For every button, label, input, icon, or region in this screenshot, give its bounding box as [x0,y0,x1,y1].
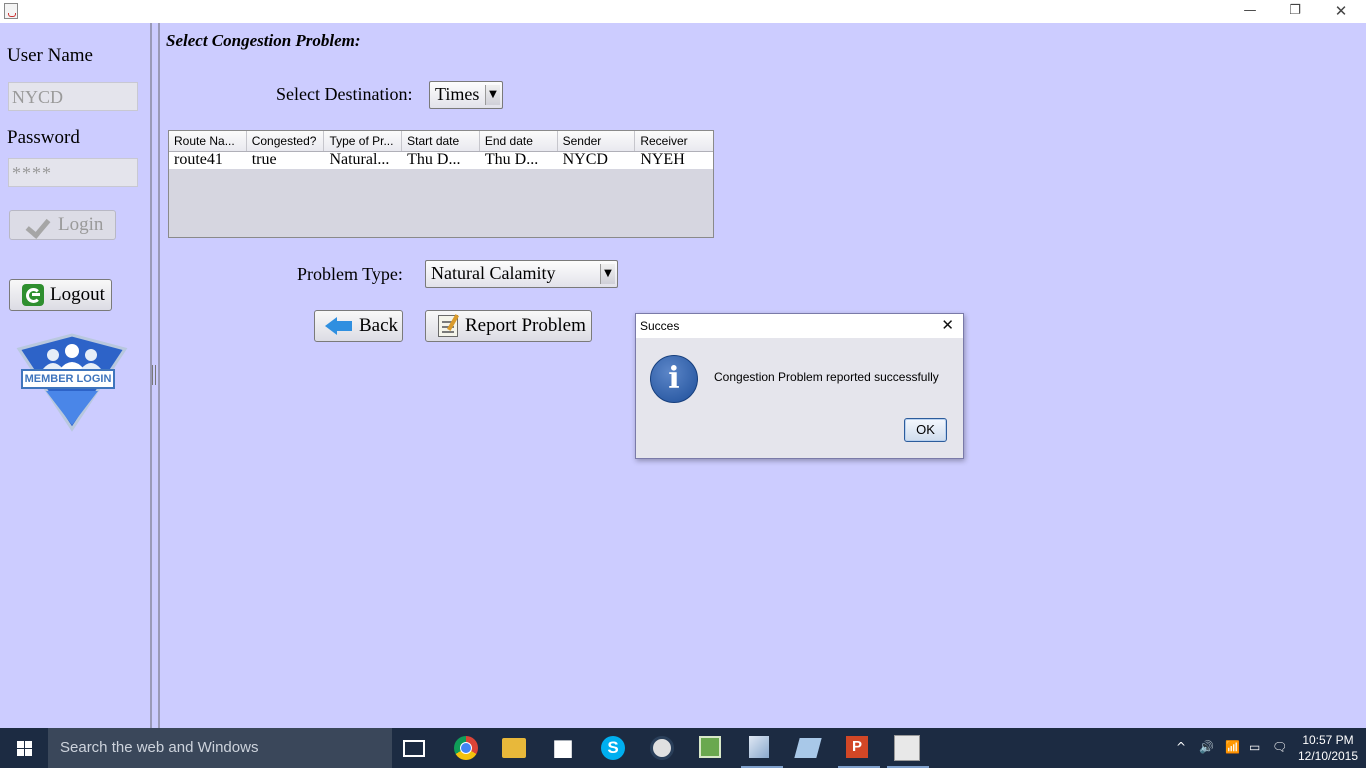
restore-button[interactable]: ❐ [1272,0,1318,23]
clock-date: 12/10/2015 [1297,749,1359,763]
windows-taskbar: Search the web and Windows S P ^ 🔊 📶 ▭ 🗨… [0,728,1366,768]
page-title: Select Congestion Problem: [166,31,361,50]
store-icon[interactable] [554,740,572,758]
chevron-down-icon[interactable]: ▼ [485,85,500,105]
column-header-start-date[interactable]: Start date [402,131,480,151]
volume-icon[interactable]: 🔊 [1199,740,1214,754]
action-center-icon[interactable]: 🗨 [1272,740,1287,754]
login-button[interactable]: Login [9,210,116,240]
problem-type-label: Problem Type: [297,264,403,284]
dialog-title-bar: Succes ✕ [636,314,963,338]
cube-app-icon[interactable] [741,736,783,768]
windows-logo-icon [17,741,32,756]
cell-start-date: Thu D... [407,152,461,168]
destination-label: Select Destination: [276,84,413,104]
minimize-button[interactable]: — [1227,0,1273,23]
destination-value: Times [435,84,480,104]
cell-sender: NYCD [562,152,608,168]
success-dialog: Succes ✕ i Congestion Problem reported s… [635,313,964,459]
network-icon[interactable]: 📶 [1225,740,1240,754]
column-header-problem-type[interactable]: Type of Pr... [324,131,403,151]
splitter-grip-icon[interactable] [152,365,156,385]
clock-time: 10:57 PM [1302,733,1354,747]
user-name-field[interactable]: NYCD [8,82,138,111]
taskbar-search-box[interactable]: Search the web and Windows [48,728,392,768]
back-button-label: Back [359,315,399,336]
java-app-icon [4,3,18,19]
close-window-button[interactable]: ✕ [1318,0,1364,23]
ok-button[interactable]: OK [904,418,947,442]
password-field[interactable]: **** [8,158,138,187]
table-row[interactable]: route41 true Natural... Thu D... Thu D..… [169,152,713,169]
password-label: Password [7,127,80,148]
column-header-congested[interactable]: Congested? [247,131,325,151]
column-header-sender[interactable]: Sender [558,131,636,151]
cell-end-date: Thu D... [484,152,539,168]
cell-route-name: route41 [174,152,223,168]
logout-icon [22,284,44,306]
book-app-icon[interactable] [794,738,822,758]
member-login-text: MEMBER LOGIN [21,369,115,389]
taskbar-clock[interactable]: 10:57 PM 12/10/2015 [1294,732,1362,764]
notepad-pencil-icon [438,315,458,337]
info-icon: i [650,355,698,403]
login-button-label: Login [58,214,104,235]
start-button[interactable] [0,728,48,768]
column-header-receiver[interactable]: Receiver [635,131,713,151]
table-header: Route Na... Congested? Type of Pr... Sta… [169,131,713,152]
dialog-close-icon[interactable]: ✕ [941,316,954,334]
window-title-bar: — ❐ ✕ [0,0,1366,23]
problem-type-value: Natural Calamity [431,263,556,283]
problem-type-combo[interactable]: Natural Calamity ▼ [425,260,618,288]
arrow-left-icon [325,317,353,335]
column-header-end-date[interactable]: End date [480,131,558,151]
powerpoint-icon[interactable]: P [838,736,880,768]
chart-app-icon[interactable] [699,736,721,758]
logout-button-label: Logout [50,284,105,305]
user-name-label: User Name [7,45,93,66]
dialog-message: Congestion Problem reported successfully [714,370,939,384]
chevron-down-icon[interactable]: ▼ [600,264,615,284]
dialog-title: Succes [640,319,680,333]
back-button[interactable]: Back [314,310,403,342]
checkmark-icon [26,213,50,237]
battery-icon[interactable]: ▭ [1249,740,1260,754]
congestion-table: Route Na... Congested? Type of Pr... Sta… [168,130,714,238]
cell-problem-type: Natural... [329,152,390,168]
column-header-route-name[interactable]: Route Na... [169,131,247,151]
report-problem-label: Report Problem [465,315,586,336]
logout-button[interactable]: Logout [9,279,112,311]
task-view-icon[interactable] [403,740,425,757]
java-app-taskbar-icon[interactable] [887,735,929,768]
show-hidden-icons-icon[interactable]: ^ [1176,740,1186,754]
cell-receiver: NYEH [640,152,685,168]
file-explorer-icon[interactable] [502,738,526,758]
member-login-logo: MEMBER LOGIN [16,333,128,433]
destination-combo[interactable]: Times ▼ [429,81,503,109]
chrome-icon[interactable] [454,736,478,760]
skype-icon[interactable]: S [601,736,625,760]
cell-congested: true [251,152,277,168]
report-problem-button[interactable]: Report Problem [425,310,592,342]
steam-icon[interactable] [650,736,674,760]
